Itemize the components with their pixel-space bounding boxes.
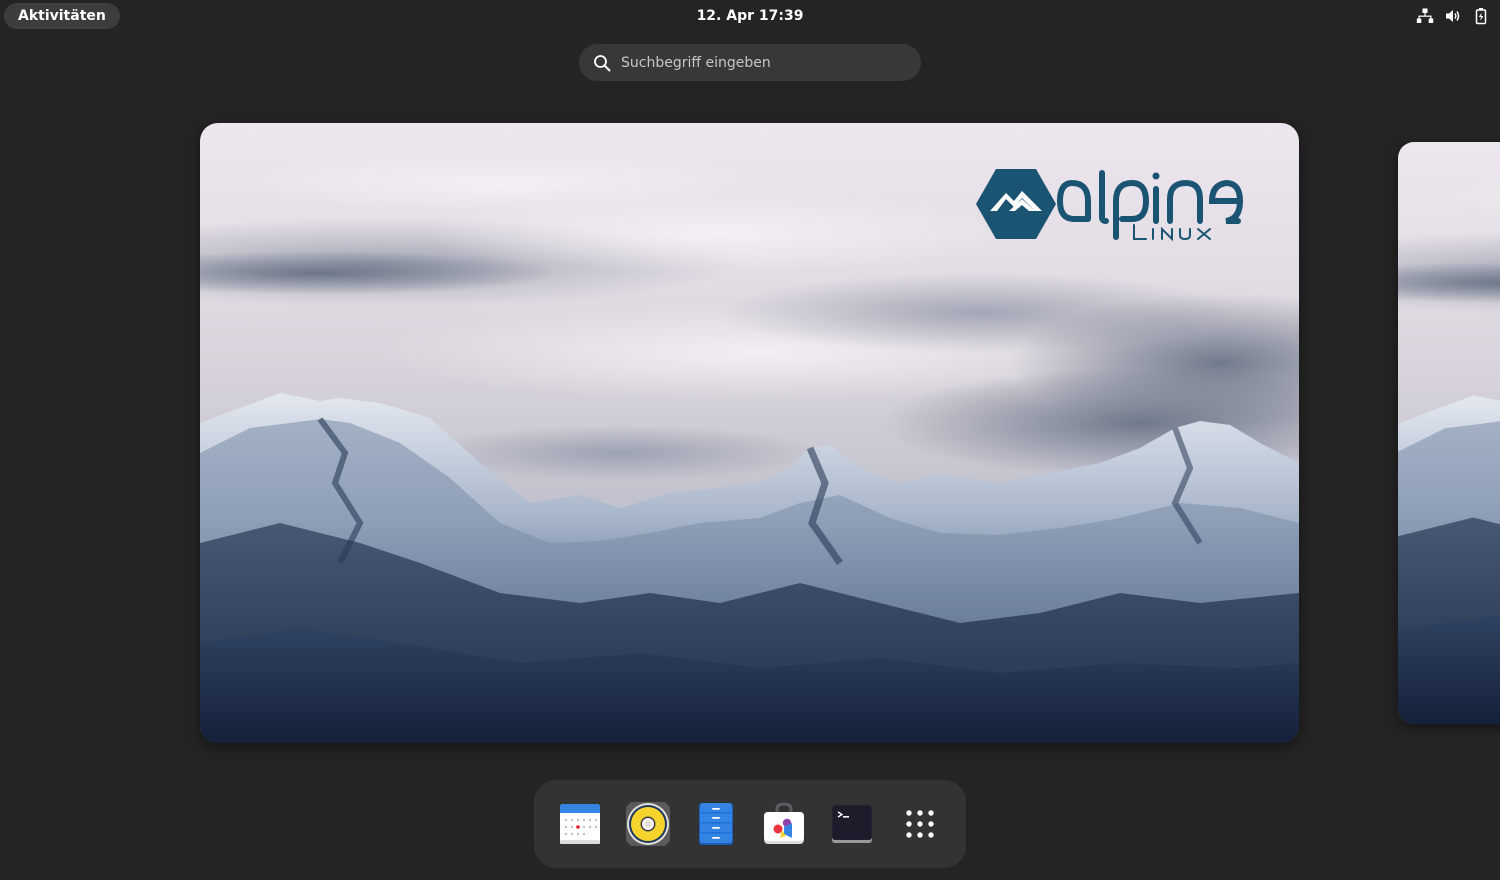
- clock-button[interactable]: 12. Apr 17:39: [650, 3, 850, 29]
- network-icon: [1416, 8, 1434, 23]
- dash: [534, 780, 966, 868]
- workspace-thumbnail-active[interactable]: alpine Linux: [200, 123, 1299, 743]
- search-input[interactable]: [621, 47, 907, 78]
- calendar-icon: [560, 804, 600, 844]
- search-bar[interactable]: [579, 44, 921, 81]
- workspace-thumbnail-next[interactable]: [1398, 142, 1500, 724]
- dash-item-software[interactable]: [760, 800, 808, 848]
- dash-item-files[interactable]: [692, 800, 740, 848]
- dash-item-terminal[interactable]: [828, 800, 876, 848]
- battery-icon: [1475, 8, 1487, 25]
- gnome-overview: Aktivitäten 12. Apr 17:39 Suchbegriff ei…: [0, 0, 1500, 880]
- dash-item-calendar[interactable]: [556, 800, 604, 848]
- volume-icon: [1446, 10, 1460, 22]
- show-apps-button[interactable]: [896, 800, 944, 848]
- system-status-menu[interactable]: [1416, 3, 1490, 29]
- software-icon: [764, 802, 804, 844]
- files-icon: [699, 803, 733, 845]
- search-icon: [594, 54, 611, 71]
- desktop-wallpaper-preview: [1398, 142, 1500, 724]
- dash-item-rhythmbox[interactable]: [624, 800, 672, 848]
- top-bar: Aktivitäten 12. Apr 17:39: [0, 0, 1500, 32]
- alpine-linux-logo: alpine Linux: [976, 165, 1266, 243]
- app-grid-icon: [906, 810, 934, 838]
- rhythmbox-icon: [626, 802, 670, 846]
- activities-button[interactable]: Aktivitäten: [4, 3, 120, 29]
- terminal-icon: [832, 805, 872, 843]
